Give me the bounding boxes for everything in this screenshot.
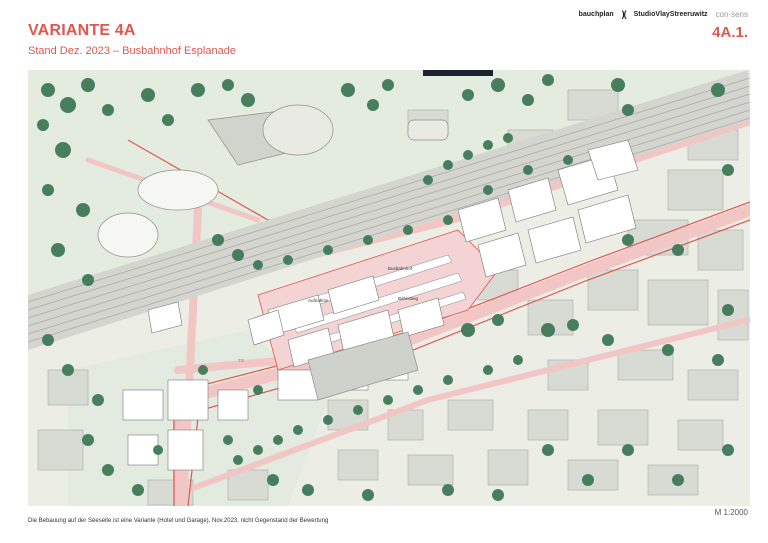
label-aufnahme: Aufnahme bbox=[308, 298, 329, 303]
site-plan-map: Busbahnhof Aufnahme Bahnsteig TG bbox=[28, 70, 750, 506]
label-bahnsteig: Bahnsteig bbox=[398, 296, 419, 301]
page-title: VARIANTE 4A bbox=[28, 22, 136, 39]
sheet-code: 4A.1. bbox=[712, 24, 748, 41]
map-scale: M 1:2000 bbox=[714, 508, 748, 517]
studio-logo: StudioVlayStreeruwitz bbox=[633, 10, 708, 18]
page-subtitle: Stand Dez. 2023 – Busbahnhof Esplanade bbox=[28, 45, 236, 57]
site-plan-drawing: Busbahnhof Aufnahme Bahnsteig TG bbox=[28, 70, 750, 506]
label-busbahnhof: Busbahnhof bbox=[388, 266, 413, 271]
consens-logo: con·sens bbox=[715, 9, 748, 19]
logo-bar: bauchplan )( StudioVlayStreeruwitz con·s… bbox=[579, 9, 748, 19]
label-tg: TG bbox=[238, 358, 245, 363]
bauchplan-logo: bauchplan bbox=[578, 10, 614, 18]
bauchplan-mark-icon: )( bbox=[621, 9, 627, 19]
footer-note: Die Bebauung auf der Seeseite ist eine V… bbox=[28, 518, 329, 524]
presentation-sheet: VARIANTE 4A Stand Dez. 2023 – Busbahnhof… bbox=[0, 0, 768, 543]
